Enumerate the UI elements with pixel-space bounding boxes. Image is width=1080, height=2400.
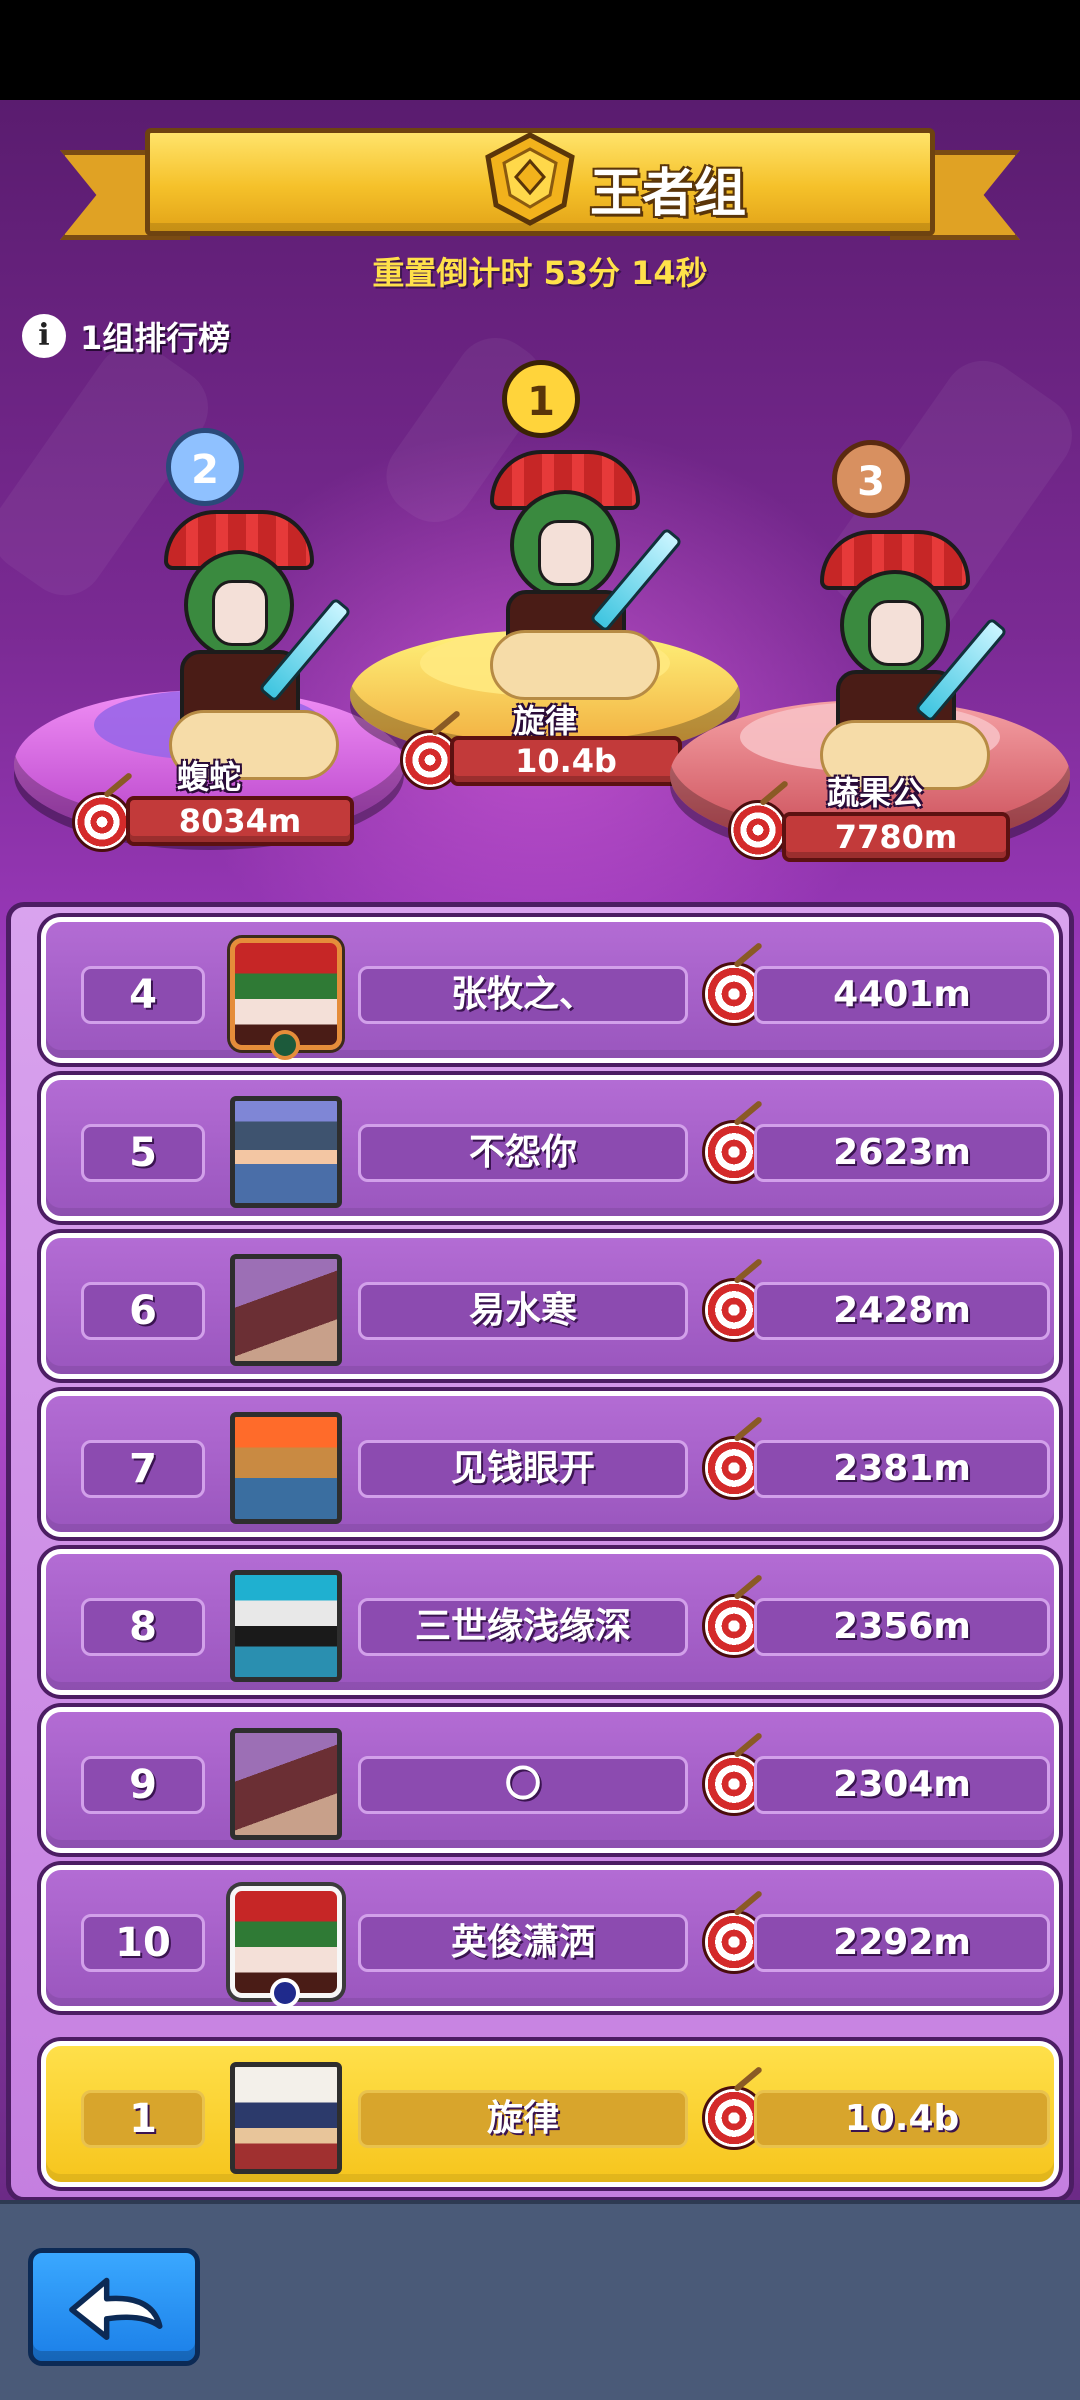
row-player-name: 英俊潇洒 <box>358 1914 688 1972</box>
back-arrow-icon <box>69 2277 163 2340</box>
table-row[interactable]: 6 易水寒 2428m <box>41 1233 1059 1379</box>
row-score: 2428m <box>754 1282 1050 1340</box>
target-icon <box>728 800 788 860</box>
row-score: 2623m <box>754 1124 1050 1182</box>
table-row[interactable]: 7 见钱眼开 2381m <box>41 1391 1059 1537</box>
podium-score: 7780m <box>782 812 1010 862</box>
row-rank: 9 <box>81 1756 205 1814</box>
rank-medal-gold: 1 <box>502 360 580 438</box>
page-title: 王者组 <box>590 164 747 224</box>
hero-figure <box>800 530 1008 790</box>
info-icon[interactable]: i <box>22 314 66 358</box>
rank-medal-bronze: 3 <box>832 440 910 518</box>
title-banner: 王者组 <box>60 128 1020 248</box>
target-icon <box>72 792 132 852</box>
podium-score: 8034m <box>126 796 354 846</box>
rank-medal-silver: 2 <box>166 428 244 506</box>
bottom-bar <box>0 2200 1080 2400</box>
row-rank: 10 <box>81 1914 205 1972</box>
rank-list-panel[interactable]: 4 张牧之、 4401m 5 不怨你 2623m 6 易水寒 2428m 7 见… <box>6 902 1074 2202</box>
player-avatar[interactable] <box>230 2062 342 2174</box>
king-league-emblem-icon <box>485 132 575 226</box>
player-avatar[interactable] <box>230 1254 342 1366</box>
row-player-name: 三世缘浅缘深 <box>358 1598 688 1656</box>
avatar-badge <box>270 1030 300 1060</box>
row-score: 2292m <box>754 1914 1050 1972</box>
status-bar <box>0 0 1080 100</box>
table-row[interactable]: 10 英俊潇洒 2292m <box>41 1865 1059 2011</box>
table-row[interactable]: 5 不怨你 2623m <box>41 1075 1059 1221</box>
back-button[interactable] <box>28 2248 200 2366</box>
row-score: 2356m <box>754 1598 1050 1656</box>
table-row[interactable]: 8 三世缘浅缘深 2356m <box>41 1549 1059 1695</box>
podium-score: 10.4b <box>450 736 682 786</box>
row-rank: 5 <box>81 1124 205 1182</box>
row-rank: 7 <box>81 1440 205 1498</box>
player-avatar[interactable] <box>230 1412 342 1524</box>
podium-name: 蝮蛇 <box>176 758 241 796</box>
row-rank: 8 <box>81 1598 205 1656</box>
podium-name: 蔬果公 <box>826 774 923 812</box>
row-score: 2304m <box>754 1756 1050 1814</box>
podium-second-place[interactable]: 2 蝮蛇 8034m <box>14 420 404 900</box>
my-rank-row[interactable]: 1 旋律 10.4b <box>41 2041 1059 2187</box>
table-row[interactable]: 9 〇 2304m <box>41 1707 1059 1853</box>
row-rank: 1 <box>81 2090 205 2148</box>
row-player-name: 旋律 <box>358 2090 688 2148</box>
hero-figure <box>144 510 352 780</box>
row-player-name: 张牧之、 <box>358 966 688 1024</box>
row-rank: 4 <box>81 966 205 1024</box>
table-row[interactable]: 4 张牧之、 4401m <box>41 917 1059 1063</box>
row-rank: 6 <box>81 1282 205 1340</box>
row-player-name: 见钱眼开 <box>358 1440 688 1498</box>
hero-figure <box>470 450 683 700</box>
row-score: 2381m <box>754 1440 1050 1498</box>
row-score: 4401m <box>754 966 1050 1024</box>
row-score: 10.4b <box>754 2090 1050 2148</box>
podium-third-place[interactable]: 3 蔬果公 7780m <box>670 440 1070 900</box>
row-player-name: 不怨你 <box>358 1124 688 1182</box>
group-leaderboard-info[interactable]: i 1组排行榜 <box>22 312 230 360</box>
group-leaderboard-label: 1组排行榜 <box>80 319 231 357</box>
reset-countdown: 重置倒计时 53分 14秒 <box>372 254 708 292</box>
player-avatar[interactable] <box>230 1570 342 1682</box>
banner-plate: 王者组 <box>145 128 935 236</box>
avatar-badge <box>270 1978 300 2008</box>
row-player-name: 易水寒 <box>358 1282 688 1340</box>
row-player-name: 〇 <box>358 1756 688 1814</box>
player-avatar[interactable] <box>230 1728 342 1840</box>
player-avatar[interactable] <box>230 1096 342 1208</box>
